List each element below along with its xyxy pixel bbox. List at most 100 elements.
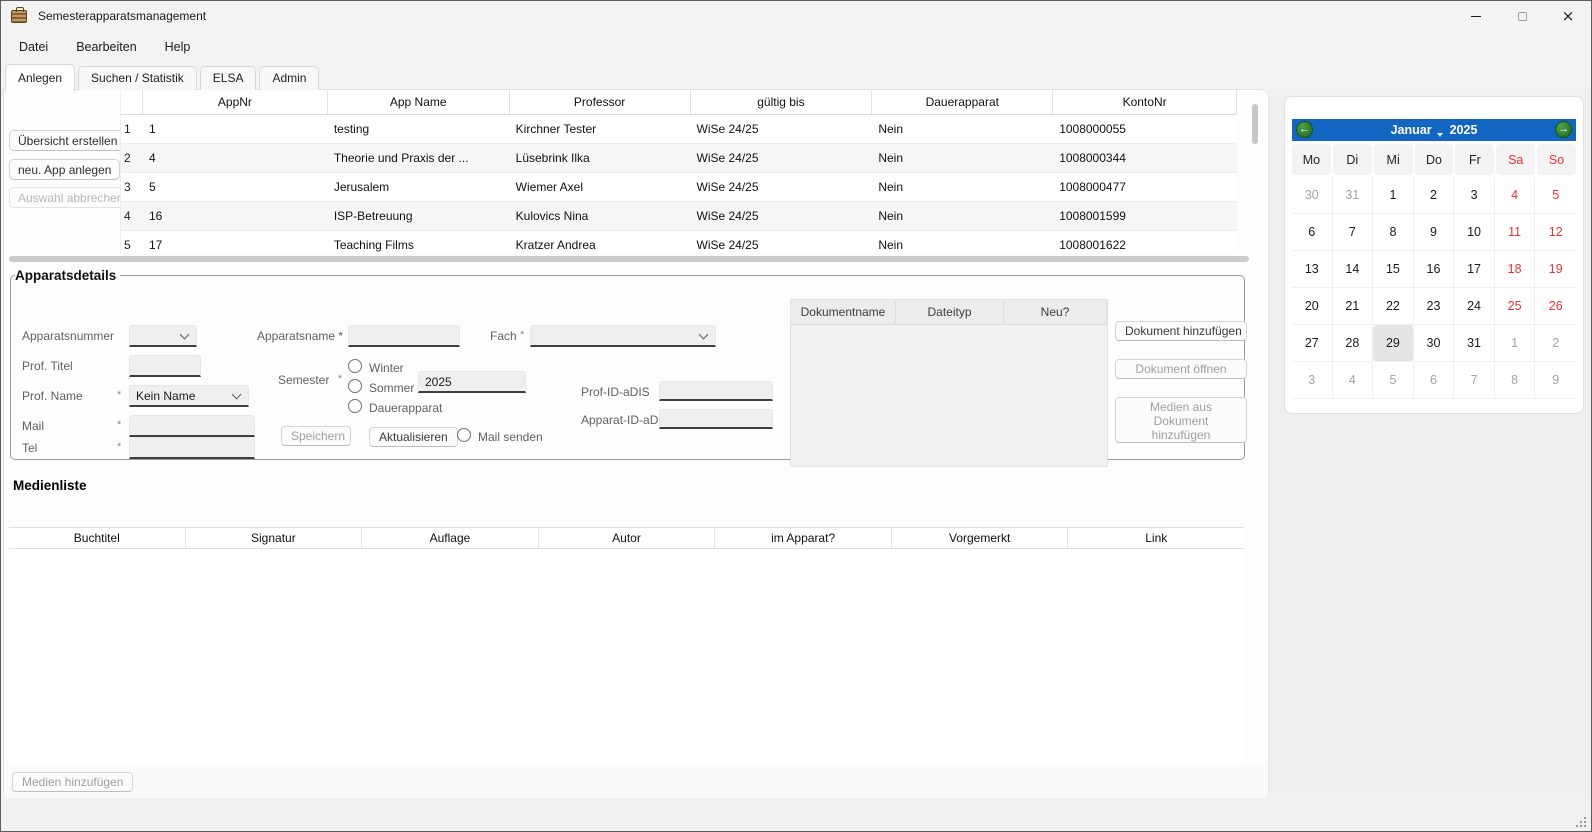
calendar-day[interactable]: 8 <box>1373 214 1414 251</box>
calendar-day[interactable]: 19 <box>1535 251 1576 288</box>
medien-hinzufuegen-button[interactable]: Medien hinzufügen <box>12 772 133 792</box>
calendar-day[interactable]: 5 <box>1535 177 1576 214</box>
calendar-day[interactable]: 26 <box>1535 288 1576 325</box>
sidebar-button-übersicht-erstellen[interactable]: Übersicht erstellen <box>9 130 126 151</box>
calendar-day[interactable]: 3 <box>1292 362 1333 399</box>
calendar-day[interactable]: 2 <box>1535 325 1576 362</box>
calendar-day[interactable]: 14 <box>1333 251 1374 288</box>
column-header-professor[interactable]: Professor <box>510 90 691 114</box>
doc-column-header-dateityp[interactable]: Dateityp <box>896 300 1004 324</box>
calendar-day[interactable]: 1 <box>1373 177 1414 214</box>
menu-item-datei[interactable]: Datei <box>5 35 62 59</box>
calendar-day[interactable]: 3 <box>1454 177 1495 214</box>
calendar-day[interactable]: 25 <box>1495 288 1536 325</box>
calendar-day[interactable]: 4 <box>1333 362 1374 399</box>
fach-combobox[interactable] <box>530 325 716 347</box>
tab-elsa[interactable]: ELSA <box>200 66 257 90</box>
calendar-day[interactable]: 4 <box>1495 177 1536 214</box>
calendar-day[interactable]: 24 <box>1454 288 1495 325</box>
speichern-button[interactable]: Speichern <box>281 426 351 446</box>
calendar-prev-icon[interactable]: ← <box>1296 121 1313 138</box>
apps-table-horizontal-scrollbar[interactable] <box>9 256 1249 262</box>
table-row[interactable]: 416ISP-BetreuungKulovics NinaWiSe 24/25N… <box>121 202 1237 231</box>
menu-item-bearbeiten[interactable]: Bearbeiten <box>62 35 150 59</box>
calendar-day[interactable]: 31 <box>1333 177 1374 214</box>
calendar-day[interactable]: 12 <box>1535 214 1576 251</box>
sommer-radio[interactable] <box>348 379 362 393</box>
calendar-next-icon[interactable]: → <box>1555 121 1572 138</box>
tab-admin[interactable]: Admin <box>259 66 319 90</box>
calendar-day[interactable]: 22 <box>1373 288 1414 325</box>
prof-titel-field[interactable] <box>129 355 201 377</box>
apparat-id-adis-field[interactable] <box>659 409 773 429</box>
calendar-day[interactable]: 18 <box>1495 251 1536 288</box>
mail-senden-checkbox[interactable] <box>457 428 471 442</box>
table-row[interactable]: 24Theorie und Praxis der ...Lüsebrink Il… <box>121 144 1237 173</box>
apparatsnummer-combobox[interactable] <box>129 325 197 347</box>
calendar-day[interactable]: 15 <box>1373 251 1414 288</box>
medien-aus-dokument-hinzufügen-button[interactable]: Medien aus Dokument hinzufügen <box>1115 397 1247 443</box>
menu-item-help[interactable]: Help <box>151 35 205 59</box>
tel-field[interactable] <box>129 437 255 459</box>
column-header-kontonr[interactable]: KontoNr <box>1053 90 1237 114</box>
apparatsname-field[interactable] <box>348 325 460 347</box>
calendar-day[interactable]: 10 <box>1454 214 1495 251</box>
calendar-title[interactable]: Januar 2025 <box>1391 123 1478 137</box>
medien-column-header-vorgemerkt[interactable]: Vorgemerkt <box>892 528 1069 548</box>
mail-field[interactable] <box>129 415 255 437</box>
calendar-day[interactable]: 5 <box>1373 362 1414 399</box>
aktualisieren-button[interactable]: Aktualisieren <box>369 427 458 447</box>
calendar-day[interactable]: 13 <box>1292 251 1333 288</box>
medien-column-header-signatur[interactable]: Signatur <box>186 528 363 548</box>
winter-radio[interactable] <box>348 359 362 373</box>
calendar-day[interactable]: 11 <box>1495 214 1536 251</box>
calendar-day-selected[interactable]: 29 <box>1373 325 1414 362</box>
table-row[interactable]: 517Teaching FilmsKratzer AndreaWiSe 24/2… <box>121 231 1237 253</box>
calendar-day[interactable]: 23 <box>1414 288 1455 325</box>
calendar-day[interactable]: 30 <box>1414 325 1455 362</box>
prof-id-adis-field[interactable] <box>659 381 773 401</box>
calendar-day[interactable]: 30 <box>1292 177 1333 214</box>
column-header-app-name[interactable]: App Name <box>328 90 510 114</box>
column-header-dauerapparat[interactable]: Dauerapparat <box>872 90 1053 114</box>
dauerapparat-radio[interactable] <box>348 399 362 413</box>
doc-column-header-neu[interactable]: Neu? <box>1004 300 1107 324</box>
medien-column-header-buchtitel[interactable]: Buchtitel <box>9 528 186 548</box>
calendar-day[interactable]: 16 <box>1414 251 1455 288</box>
resize-grip-icon[interactable] <box>1574 815 1586 827</box>
close-button[interactable]: × <box>1545 1 1591 31</box>
medien-column-header-im-apparat[interactable]: im Apparat? <box>715 528 892 548</box>
calendar-day[interactable]: 20 <box>1292 288 1333 325</box>
year-field[interactable] <box>418 371 526 393</box>
calendar-day[interactable]: 31 <box>1454 325 1495 362</box>
calendar-day[interactable]: 28 <box>1333 325 1374 362</box>
maximize-button[interactable] <box>1499 1 1545 31</box>
column-header-appnr[interactable]: AppNr <box>143 90 328 114</box>
apps-table-vertical-scrollbar[interactable] <box>1252 104 1258 144</box>
table-row[interactable]: 35JerusalemWiemer AxelWiSe 24/25Nein1008… <box>121 173 1237 202</box>
medien-column-header-link[interactable]: Link <box>1068 528 1244 548</box>
calendar-day[interactable]: 8 <box>1495 362 1536 399</box>
calendar-day[interactable]: 17 <box>1454 251 1495 288</box>
calendar-day[interactable]: 6 <box>1292 214 1333 251</box>
calendar-day[interactable]: 9 <box>1535 362 1576 399</box>
sidebar-button-neu-app-anlegen[interactable]: neu. App anlegen <box>9 159 120 180</box>
table-row[interactable]: 11testingKirchner TesterWiSe 24/25Nein10… <box>121 115 1237 144</box>
calendar-day[interactable]: 1 <box>1495 325 1536 362</box>
calendar-day[interactable]: 21 <box>1333 288 1374 325</box>
dokument-hinzufügen-button[interactable]: Dokument hinzufügen <box>1115 321 1247 341</box>
prof-name-combobox[interactable]: Kein Name <box>129 385 249 407</box>
calendar-day[interactable]: 27 <box>1292 325 1333 362</box>
tab-anlegen[interactable]: Anlegen <box>5 64 75 91</box>
calendar-day[interactable]: 6 <box>1414 362 1455 399</box>
sidebar-button-auswahl-abbrechen[interactable]: Auswahl abbrechen <box>9 187 132 208</box>
calendar-day[interactable]: 7 <box>1454 362 1495 399</box>
calendar-day[interactable]: 9 <box>1414 214 1455 251</box>
dokument-öffnen-button[interactable]: Dokument öffnen <box>1115 359 1247 379</box>
calendar-day[interactable]: 7 <box>1333 214 1374 251</box>
medien-column-header-auflage[interactable]: Auflage <box>362 528 539 548</box>
minimize-button[interactable] <box>1453 1 1499 31</box>
medien-column-header-autor[interactable]: Autor <box>539 528 716 548</box>
doc-column-header-dokumentname[interactable]: Dokumentname <box>791 300 896 324</box>
calendar-day[interactable]: 2 <box>1414 177 1455 214</box>
